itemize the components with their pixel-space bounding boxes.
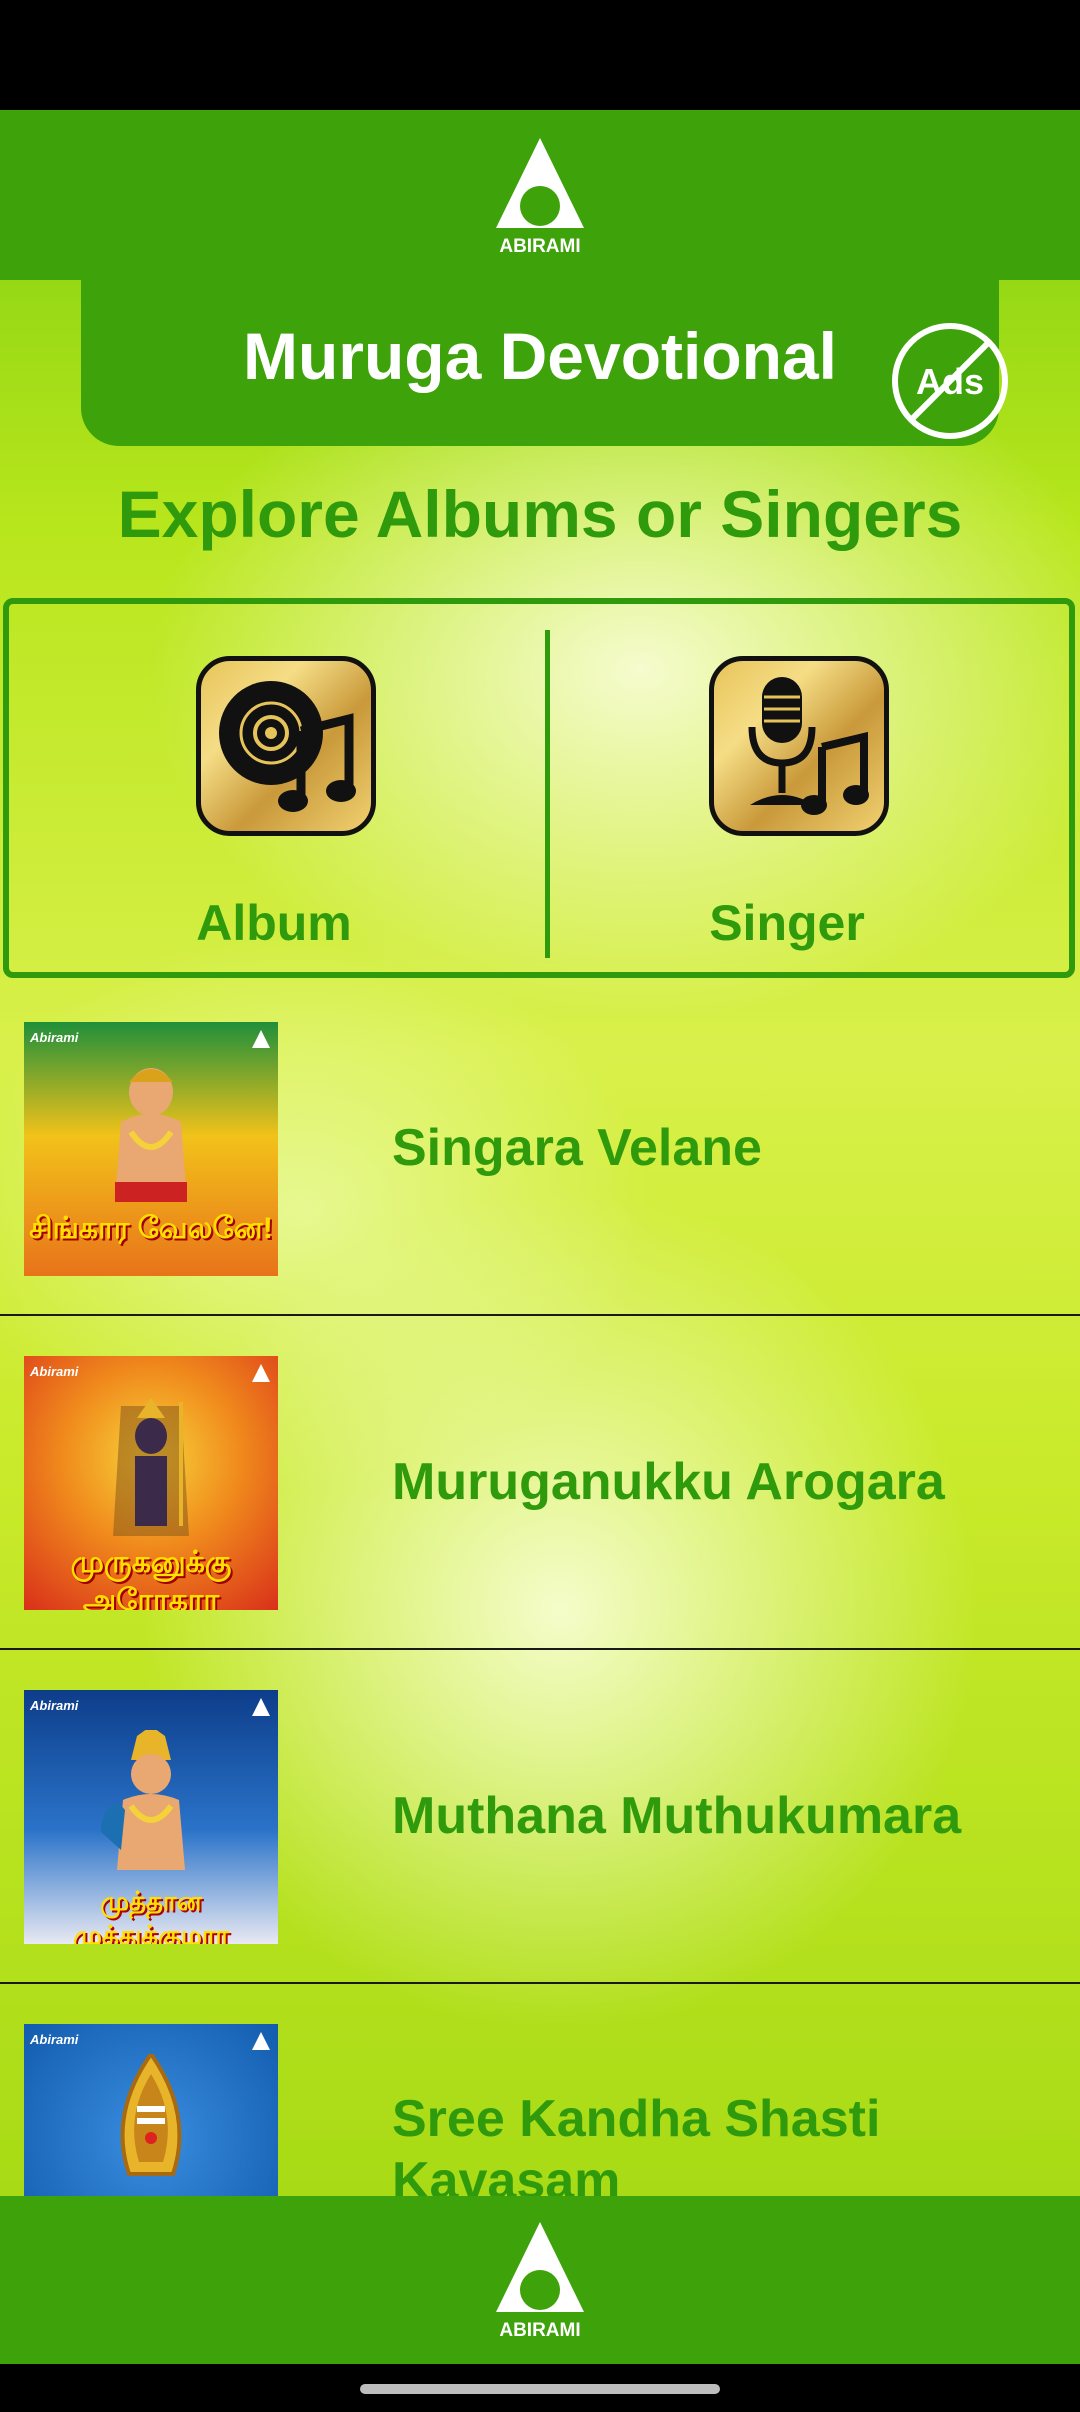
singer-label: Singer xyxy=(709,895,865,951)
album-row-muruganukku-arogara[interactable]: Abirami முருகனுக்கு அரோகரா Muruganukku A… xyxy=(0,1316,1080,1650)
no-ads-button[interactable]: Ads xyxy=(889,320,1011,442)
status-bar xyxy=(0,0,1080,110)
home-gesture-handle[interactable] xyxy=(360,2384,720,2394)
album-title: Muthana Muthukumara xyxy=(392,1787,962,1845)
abirami-logo-icon: ABIRAMI xyxy=(496,138,584,256)
album-title: Singara Velane xyxy=(392,1119,762,1177)
title-panel: Muruga Devotional Ads xyxy=(81,278,1008,446)
explore-heading: Explore Albums or Singers xyxy=(117,477,963,551)
deity-figure-icon xyxy=(113,1398,189,1536)
album-cover-image: Abirami சிங்கார வேலனே! xyxy=(24,1022,278,1276)
abirami-logo-icon: ABIRAMI xyxy=(496,2222,584,2340)
album-list[interactable]: Abirami சிங்கார வேலனே! Singara Velane Ab… xyxy=(0,982,1080,2196)
album-row-singara-velane[interactable]: Abirami சிங்கார வேலனே! Singara Velane xyxy=(0,982,1080,1316)
cover-text: முருகனுக்கு அரோகரா xyxy=(70,1546,232,1610)
cover-text: சிங்கார வேலனே! xyxy=(29,1212,273,1245)
cover-logo-icon xyxy=(252,2032,270,2050)
bottom-banner: ABIRAMI xyxy=(0,2196,1080,2364)
album-cover-image: Abirami முருகனுக்கு அரோகரா xyxy=(24,1356,278,1610)
cover-logo-icon xyxy=(252,1030,270,1048)
vel-spear-icon xyxy=(120,2054,182,2176)
album-music-icon xyxy=(196,656,376,836)
cover-brand: Abirami xyxy=(30,2032,79,2047)
album-row-sree-kandha-shasti-kavasam[interactable]: Abirami Sree Kandha Shasti Kavasam xyxy=(0,1984,1080,2196)
deity-figure-icon xyxy=(115,1068,187,1202)
microphone-music-icon xyxy=(709,656,889,836)
album-cover-image: Abirami xyxy=(24,2024,278,2196)
album-title: Sree Kandha Shasti Kavasam xyxy=(392,2090,881,2196)
cover-brand: Abirami xyxy=(30,1698,79,1713)
top-header: ABIRAMI xyxy=(0,110,1080,280)
album-cover-image: Abirami முத்தான முத்துக்குமரா xyxy=(24,1690,278,1944)
logo-text: ABIRAMI xyxy=(499,236,580,256)
app-title: Muruga Devotional xyxy=(242,319,838,393)
album-tile[interactable]: Album xyxy=(9,604,539,972)
album-row-muthana-muthukumara[interactable]: Abirami முத்தான முத்துக்குமரா Muthana Mu… xyxy=(0,1650,1080,1984)
cover-logo-icon xyxy=(252,1364,270,1382)
cover-text: முத்தான முத்துக்குமரா xyxy=(73,1886,229,1944)
cover-brand: Abirami xyxy=(30,1030,79,1045)
album-title: Muruganukku Arogara xyxy=(392,1453,945,1511)
cover-brand: Abirami xyxy=(30,1364,79,1379)
singer-tile[interactable]: Singer xyxy=(522,604,1052,972)
footer-logo-text: ABIRAMI xyxy=(499,2320,580,2340)
deity-figure-icon xyxy=(101,1730,185,1870)
cover-logo-icon xyxy=(252,1698,270,1716)
system-nav-area xyxy=(0,2364,1080,2412)
explore-tiles: Album Singer xyxy=(3,598,1075,978)
album-label: Album xyxy=(196,895,352,951)
